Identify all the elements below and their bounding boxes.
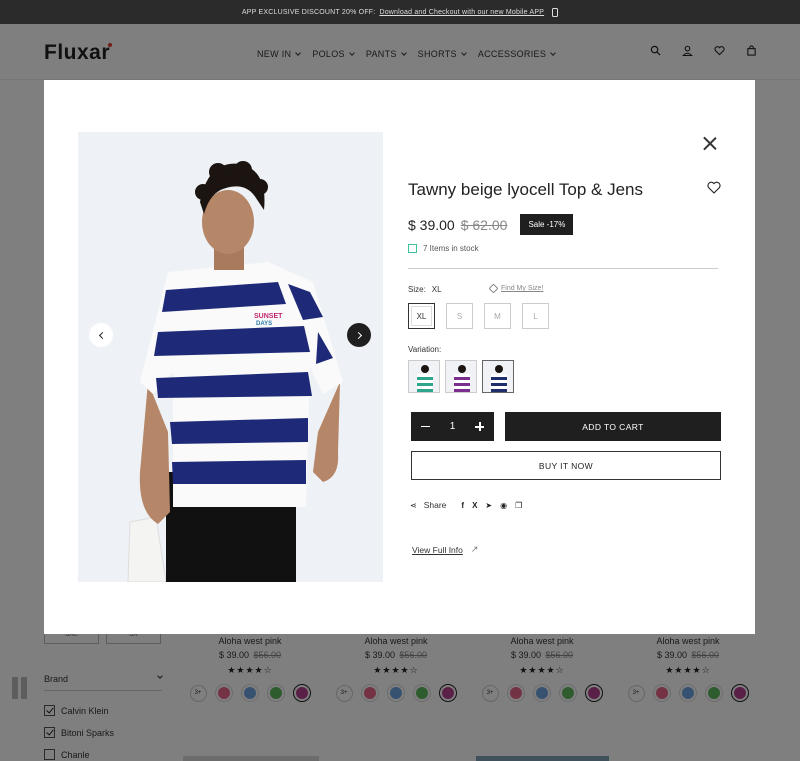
quick-view-modal: SUNSET DAYS Tawny beige lyocell Top & Je… [44, 80, 755, 634]
size-option-l[interactable]: L [522, 303, 549, 329]
wishlist-heart-icon[interactable] [707, 181, 721, 194]
view-full-info-link[interactable]: View Full Info ↗ [412, 544, 478, 555]
sale-badge: Sale -17% [520, 214, 574, 235]
increase-quantity-button[interactable] [475, 422, 484, 431]
external-arrow-icon: ↗ [470, 544, 479, 554]
buy-it-now-button[interactable]: BUY IT NOW [411, 451, 721, 480]
original-price: $ 62.00 [460, 216, 508, 233]
svg-text:SUNSET: SUNSET [254, 313, 283, 320]
x-icon[interactable]: X [472, 501, 477, 510]
share-label[interactable]: Share [424, 500, 447, 510]
divider [408, 268, 718, 269]
find-my-size-link[interactable]: Find My Size! [488, 283, 543, 294]
size-options: XL S M L [408, 303, 549, 329]
product-image: SUNSET DAYS [78, 132, 383, 582]
image-next-button[interactable] [347, 323, 371, 347]
selected-size: XL [431, 285, 442, 294]
price-row: $ 39.00 $ 62.00 Sale -17% [408, 214, 574, 235]
size-label: Size: XL [408, 285, 442, 294]
stock-status: 7 Items in stock [408, 244, 479, 253]
announcement-text: APP EXCLUSIVE DISCOUNT 20% OFF: [241, 8, 376, 16]
variation-teal[interactable] [408, 360, 440, 393]
chevron-left-icon [98, 331, 106, 339]
tag-icon [488, 283, 499, 294]
share-icons: f X ➤ ◉ ❐ [461, 501, 522, 510]
size-option-m[interactable]: M [484, 303, 511, 329]
share-icon: ⋖ [410, 500, 417, 510]
product-photo-illustration: SUNSET DAYS [78, 132, 383, 582]
close-icon[interactable] [702, 136, 718, 152]
product-title: Tawny beige lyocell Top & Jens [408, 180, 643, 199]
phone-icon [552, 7, 559, 17]
box-icon [408, 244, 417, 253]
copy-link-icon[interactable]: ❐ [515, 501, 522, 510]
variation-purple[interactable] [445, 360, 477, 393]
variation-label: Variation: [408, 345, 442, 354]
current-price: $ 39.00 [408, 216, 455, 233]
facebook-icon[interactable]: f [461, 501, 464, 510]
decrease-quantity-button[interactable] [421, 425, 430, 428]
announcement-bar: APP EXCLUSIVE DISCOUNT 20% OFF: Download… [0, 0, 800, 24]
image-prev-button[interactable] [89, 323, 113, 347]
quantity-value[interactable]: 1 [450, 421, 456, 432]
announcement-link[interactable]: Download and Checkout with our new Mobil… [379, 9, 544, 16]
size-option-xl[interactable]: XL [408, 303, 435, 329]
variation-navy[interactable] [482, 360, 514, 393]
share-row: ⋖ Share f X ➤ ◉ ❐ [410, 500, 522, 510]
telegram-icon[interactable]: ➤ [485, 501, 492, 510]
chevron-right-icon [354, 331, 362, 339]
size-option-s[interactable]: S [446, 303, 473, 329]
variation-options [408, 360, 514, 393]
add-to-cart-button[interactable]: ADD TO CART [505, 412, 721, 441]
svg-text:DAYS: DAYS [256, 321, 272, 327]
whatsapp-icon[interactable]: ◉ [500, 501, 507, 510]
quantity-stepper: 1 [411, 412, 494, 441]
